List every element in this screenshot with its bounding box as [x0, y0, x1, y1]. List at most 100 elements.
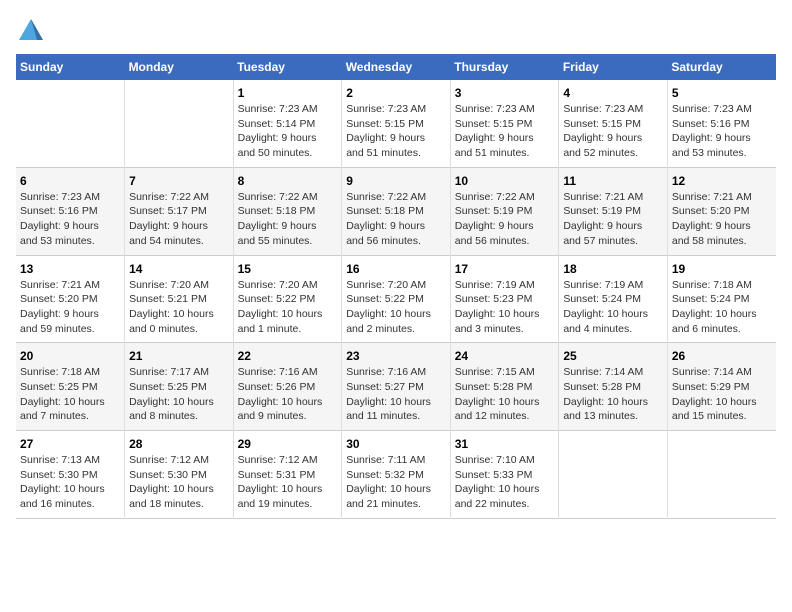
day-number: 19: [672, 262, 772, 276]
calendar-cell: 3 Sunrise: 7:23 AM Sunset: 5:15 PM Daylig…: [450, 80, 559, 167]
calendar-cell: 18 Sunrise: 7:19 AM Sunset: 5:24 PM Dayli…: [559, 255, 668, 343]
calendar-cell: 23Sunrise: 7:16 AM Sunset: 5:27 PM Dayli…: [342, 343, 451, 431]
calendar-cell: 6 Sunrise: 7:23 AM Sunset: 5:16 PM Daylig…: [16, 167, 125, 255]
day-info: Sunrise: 7:12 AM Sunset: 5:31 PM Dayligh…: [238, 453, 338, 512]
day-number: 28: [129, 437, 229, 451]
day-number: 14: [129, 262, 229, 276]
calendar-cell: 14Sunrise: 7:20 AM Sunset: 5:21 PM Dayli…: [125, 255, 234, 343]
calendar-cell: 1Sunrise: 7:23 AM Sunset: 5:14 PM Daylig…: [233, 80, 342, 167]
calendar-cell: 9 Sunrise: 7:22 AM Sunset: 5:18 PM Daylig…: [342, 167, 451, 255]
day-number: 1: [238, 86, 338, 100]
day-number: 7: [129, 174, 229, 188]
day-info: Sunrise: 7:13 AM Sunset: 5:30 PM Dayligh…: [20, 453, 120, 512]
calendar-cell: 27 Sunrise: 7:13 AM Sunset: 5:30 PM Dayli…: [16, 431, 125, 519]
calendar-cell: 4 Sunrise: 7:23 AM Sunset: 5:15 PM Daylig…: [559, 80, 668, 167]
weekday-header-monday: Monday: [125, 54, 234, 80]
calendar-header: SundayMondayTuesdayWednesdayThursdayFrid…: [16, 54, 776, 80]
day-info: Sunrise: 7:22 AM Sunset: 5:18 PM Dayligh…: [346, 190, 446, 249]
calendar-cell: 26Sunrise: 7:14 AM Sunset: 5:29 PM Dayli…: [667, 343, 776, 431]
calendar-cell: [16, 80, 125, 167]
day-info: Sunrise: 7:19 AM Sunset: 5:24 PM Dayligh…: [563, 278, 663, 337]
day-number: 8: [238, 174, 338, 188]
calendar-cell: 30 Sunrise: 7:11 AM Sunset: 5:32 PM Dayli…: [342, 431, 451, 519]
day-number: 5: [672, 86, 772, 100]
day-info: Sunrise: 7:15 AM Sunset: 5:28 PM Dayligh…: [455, 365, 555, 424]
weekday-header-sunday: Sunday: [16, 54, 125, 80]
day-info: Sunrise: 7:11 AM Sunset: 5:32 PM Dayligh…: [346, 453, 446, 512]
day-number: 16: [346, 262, 446, 276]
calendar-week-3: 13Sunrise: 7:21 AM Sunset: 5:20 PM Dayli…: [16, 255, 776, 343]
calendar-cell: 5 Sunrise: 7:23 AM Sunset: 5:16 PM Daylig…: [667, 80, 776, 167]
day-info: Sunrise: 7:12 AM Sunset: 5:30 PM Dayligh…: [129, 453, 229, 512]
day-number: 29: [238, 437, 338, 451]
calendar-cell: 29 Sunrise: 7:12 AM Sunset: 5:31 PM Dayli…: [233, 431, 342, 519]
day-info: Sunrise: 7:23 AM Sunset: 5:15 PM Dayligh…: [455, 102, 555, 161]
calendar-table: SundayMondayTuesdayWednesdayThursdayFrid…: [16, 54, 776, 519]
calendar-cell: 19 Sunrise: 7:18 AM Sunset: 5:24 PM Dayli…: [667, 255, 776, 343]
calendar-cell: 20 Sunrise: 7:18 AM Sunset: 5:25 PM Dayli…: [16, 343, 125, 431]
calendar-cell: 15 Sunrise: 7:20 AM Sunset: 5:22 PM Dayli…: [233, 255, 342, 343]
calendar-cell: 22 Sunrise: 7:16 AM Sunset: 5:26 PM Dayli…: [233, 343, 342, 431]
weekday-header-tuesday: Tuesday: [233, 54, 342, 80]
day-number: 9: [346, 174, 446, 188]
day-number: 15: [238, 262, 338, 276]
day-number: 20: [20, 349, 120, 363]
calendar-cell: 7Sunrise: 7:22 AM Sunset: 5:17 PM Daylig…: [125, 167, 234, 255]
day-info: Sunrise: 7:18 AM Sunset: 5:24 PM Dayligh…: [672, 278, 772, 337]
day-number: 23: [346, 349, 446, 363]
weekday-row: SundayMondayTuesdayWednesdayThursdayFrid…: [16, 54, 776, 80]
calendar-cell: 17 Sunrise: 7:19 AM Sunset: 5:23 PM Dayli…: [450, 255, 559, 343]
weekday-header-saturday: Saturday: [667, 54, 776, 80]
day-number: 2: [346, 86, 446, 100]
day-number: 18: [563, 262, 663, 276]
weekday-header-thursday: Thursday: [450, 54, 559, 80]
day-info: Sunrise: 7:18 AM Sunset: 5:25 PM Dayligh…: [20, 365, 120, 424]
day-number: 6: [20, 174, 120, 188]
calendar-week-4: 20 Sunrise: 7:18 AM Sunset: 5:25 PM Dayli…: [16, 343, 776, 431]
day-info: Sunrise: 7:14 AM Sunset: 5:29 PM Dayligh…: [672, 365, 772, 424]
day-number: 21: [129, 349, 229, 363]
calendar-body: 1Sunrise: 7:23 AM Sunset: 5:14 PM Daylig…: [16, 80, 776, 518]
day-info: Sunrise: 7:23 AM Sunset: 5:16 PM Dayligh…: [20, 190, 120, 249]
day-info: Sunrise: 7:14 AM Sunset: 5:28 PM Dayligh…: [563, 365, 663, 424]
day-number: 11: [563, 174, 663, 188]
logo-icon: [16, 16, 46, 46]
day-number: 22: [238, 349, 338, 363]
weekday-header-wednesday: Wednesday: [342, 54, 451, 80]
day-info: Sunrise: 7:19 AM Sunset: 5:23 PM Dayligh…: [455, 278, 555, 337]
day-number: 3: [455, 86, 555, 100]
day-number: 24: [455, 349, 555, 363]
calendar-cell: 25 Sunrise: 7:14 AM Sunset: 5:28 PM Dayli…: [559, 343, 668, 431]
day-info: Sunrise: 7:17 AM Sunset: 5:25 PM Dayligh…: [129, 365, 229, 424]
day-info: Sunrise: 7:16 AM Sunset: 5:26 PM Dayligh…: [238, 365, 338, 424]
day-info: Sunrise: 7:20 AM Sunset: 5:22 PM Dayligh…: [346, 278, 446, 337]
calendar-cell: [667, 431, 776, 519]
calendar-cell: 8 Sunrise: 7:22 AM Sunset: 5:18 PM Daylig…: [233, 167, 342, 255]
day-number: 27: [20, 437, 120, 451]
calendar-cell: [559, 431, 668, 519]
calendar-cell: 16 Sunrise: 7:20 AM Sunset: 5:22 PM Dayli…: [342, 255, 451, 343]
calendar-cell: 28 Sunrise: 7:12 AM Sunset: 5:30 PM Dayli…: [125, 431, 234, 519]
day-info: Sunrise: 7:23 AM Sunset: 5:15 PM Dayligh…: [563, 102, 663, 161]
day-number: 17: [455, 262, 555, 276]
day-info: Sunrise: 7:21 AM Sunset: 5:20 PM Dayligh…: [672, 190, 772, 249]
day-number: 12: [672, 174, 772, 188]
calendar-cell: 13Sunrise: 7:21 AM Sunset: 5:20 PM Dayli…: [16, 255, 125, 343]
day-info: Sunrise: 7:20 AM Sunset: 5:22 PM Dayligh…: [238, 278, 338, 337]
day-info: Sunrise: 7:21 AM Sunset: 5:19 PM Dayligh…: [563, 190, 663, 249]
calendar-week-5: 27 Sunrise: 7:13 AM Sunset: 5:30 PM Dayli…: [16, 431, 776, 519]
day-number: 30: [346, 437, 446, 451]
day-info: Sunrise: 7:22 AM Sunset: 5:18 PM Dayligh…: [238, 190, 338, 249]
day-number: 4: [563, 86, 663, 100]
calendar-cell: 31Sunrise: 7:10 AM Sunset: 5:33 PM Dayli…: [450, 431, 559, 519]
calendar-cell: 21 Sunrise: 7:17 AM Sunset: 5:25 PM Dayli…: [125, 343, 234, 431]
day-info: Sunrise: 7:23 AM Sunset: 5:16 PM Dayligh…: [672, 102, 772, 161]
day-number: 25: [563, 349, 663, 363]
day-number: 10: [455, 174, 555, 188]
calendar-cell: 2Sunrise: 7:23 AM Sunset: 5:15 PM Daylig…: [342, 80, 451, 167]
calendar-cell: [125, 80, 234, 167]
day-info: Sunrise: 7:22 AM Sunset: 5:19 PM Dayligh…: [455, 190, 555, 249]
calendar-cell: 24 Sunrise: 7:15 AM Sunset: 5:28 PM Dayli…: [450, 343, 559, 431]
calendar-cell: 11 Sunrise: 7:21 AM Sunset: 5:19 PM Dayli…: [559, 167, 668, 255]
weekday-header-friday: Friday: [559, 54, 668, 80]
